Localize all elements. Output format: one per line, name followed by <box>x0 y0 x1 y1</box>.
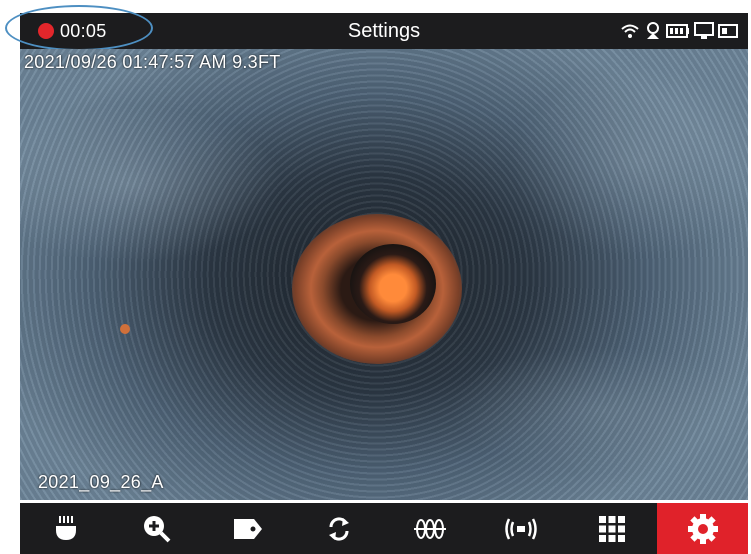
zoom-button[interactable] <box>111 503 202 554</box>
pipe-interior <box>350 244 436 324</box>
battery-icon <box>666 24 690 38</box>
rotate-button[interactable] <box>293 503 384 554</box>
tag-icon <box>232 517 264 541</box>
tag-button[interactable] <box>202 503 293 554</box>
grid-button[interactable] <box>566 503 657 554</box>
settings-icon <box>687 513 719 545</box>
storage-icon <box>718 23 738 39</box>
grid-icon <box>598 515 626 543</box>
inspection-camera-screen: 00:05 Settings 2021/09/26 01:47:57 AM 9.… <box>0 0 751 554</box>
light-icon <box>53 514 79 544</box>
meter-button[interactable] <box>384 503 475 554</box>
temperature-icon <box>644 21 662 41</box>
bottom-toolbar <box>20 503 748 554</box>
camera-feed <box>20 49 748 500</box>
monitor-icon <box>694 22 714 40</box>
zoom-in-icon <box>142 514 172 544</box>
wifi-icon <box>620 22 640 40</box>
rust-spot <box>120 324 130 334</box>
settings-button[interactable] <box>657 503 748 554</box>
light-button[interactable] <box>20 503 111 554</box>
status-icons <box>620 21 738 41</box>
filename-overlay: 2021_09_26_A <box>38 472 164 492</box>
rotate-icon <box>325 515 353 543</box>
timestamp-overlay: 2021/09/26 01:47:57 AM 9.3FT <box>24 52 281 72</box>
meter-icon <box>412 516 448 542</box>
transmitter-button[interactable] <box>475 503 566 554</box>
recording-highlight-ring <box>5 5 153 51</box>
transmitter-icon <box>503 515 539 543</box>
